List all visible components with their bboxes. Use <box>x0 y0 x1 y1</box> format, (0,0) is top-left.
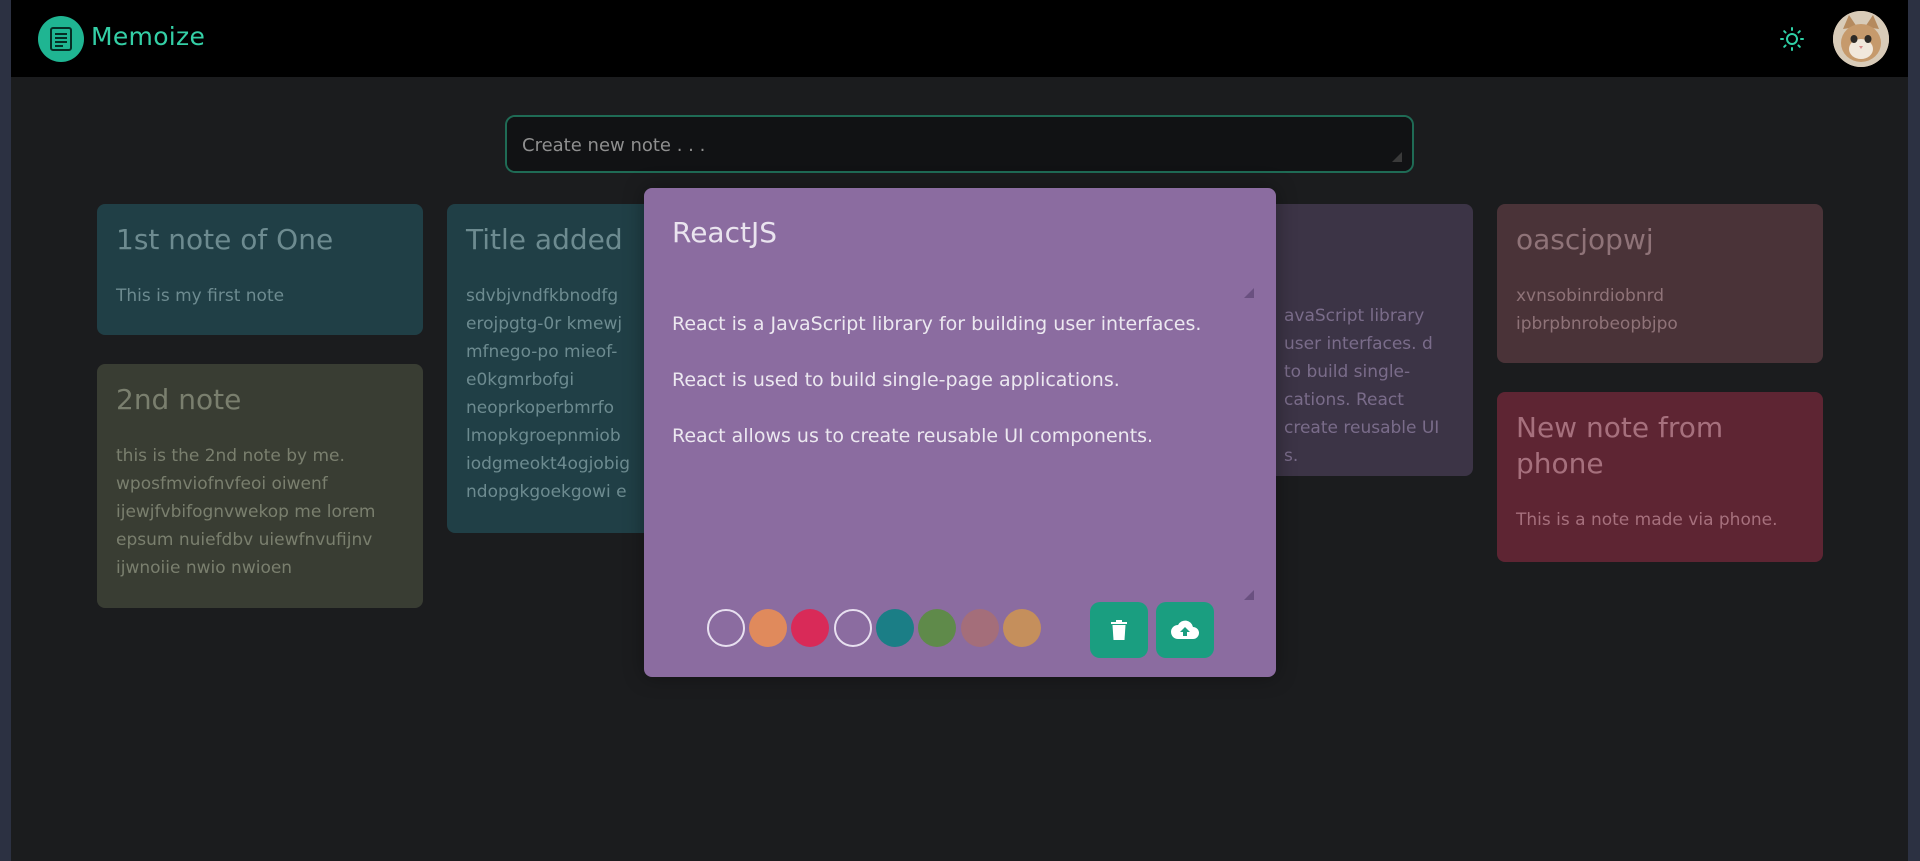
window-edge-right <box>1908 0 1920 861</box>
delete-button[interactable] <box>1090 602 1148 658</box>
color-swatch-green[interactable] <box>918 609 956 647</box>
note-body: this is the 2nd note by me. wposfmviofnv… <box>116 446 376 578</box>
color-swatch-tan[interactable] <box>1003 609 1041 647</box>
modal-paragraph: React allows us to create reusable UI co… <box>672 425 1154 447</box>
resize-grip-icon[interactable] <box>1244 288 1254 298</box>
note-card[interactable]: oascjopwj xvnsobinrdiobnrd ipbrpbnrobeop… <box>1497 204 1823 363</box>
cat-avatar-icon <box>1833 11 1889 67</box>
note-title: 1st note of One <box>116 223 334 256</box>
window-edge-left <box>0 0 11 861</box>
note-title: 2nd note <box>116 383 242 416</box>
app-name[interactable]: Memoize <box>91 22 205 51</box>
color-swatch-teal[interactable] <box>876 609 914 647</box>
edit-note-modal: ReactJS React is a JavaScript library fo… <box>644 188 1276 677</box>
resize-grip-icon[interactable] <box>1244 590 1254 600</box>
note-body: sdvbjvndfkbnodfg erojpgtg-0r kmewj mfneg… <box>466 286 631 502</box>
avatar[interactable] <box>1833 11 1889 67</box>
modal-paragraph: React is a JavaScript library for buildi… <box>672 313 1202 335</box>
create-note-input[interactable] <box>505 115 1414 173</box>
resize-grip-icon[interactable] <box>1392 152 1402 162</box>
save-button[interactable] <box>1156 602 1214 658</box>
cloud-upload-icon <box>1171 620 1199 639</box>
color-swatch-crimson[interactable] <box>791 609 829 647</box>
modal-body-textarea[interactable]: React is a JavaScript library for buildi… <box>672 310 1252 478</box>
note-card[interactable]: 2nd note this is the 2nd note by me. wpo… <box>97 364 423 608</box>
note-body: This is my first note <box>116 286 285 306</box>
color-swatch-lavender[interactable] <box>834 609 872 647</box>
trash-icon <box>1111 620 1127 640</box>
modal-paragraph: React is used to build single-page appli… <box>672 369 1120 391</box>
color-swatch-purple[interactable] <box>707 609 745 647</box>
note-title: New note from phone <box>1516 411 1724 480</box>
note-card[interactable]: 1st note of One This is my first note <box>97 204 423 335</box>
color-swatch-orange[interactable] <box>749 609 787 647</box>
color-swatch-mauve[interactable] <box>961 609 999 647</box>
note-body: xvnsobinrdiobnrd ipbrpbnrobeopbjpo <box>1516 286 1678 334</box>
note-card[interactable]: New note from phone This is a note made … <box>1497 392 1823 562</box>
note-body: This is a note made via phone. <box>1516 510 1778 530</box>
sun-icon[interactable] <box>1780 27 1804 51</box>
notes-logo-icon[interactable] <box>38 16 84 62</box>
top-navbar: Memoize <box>11 0 1908 77</box>
modal-title-input[interactable]: ReactJS <box>672 216 777 249</box>
note-title: oascjopwj <box>1516 223 1654 256</box>
